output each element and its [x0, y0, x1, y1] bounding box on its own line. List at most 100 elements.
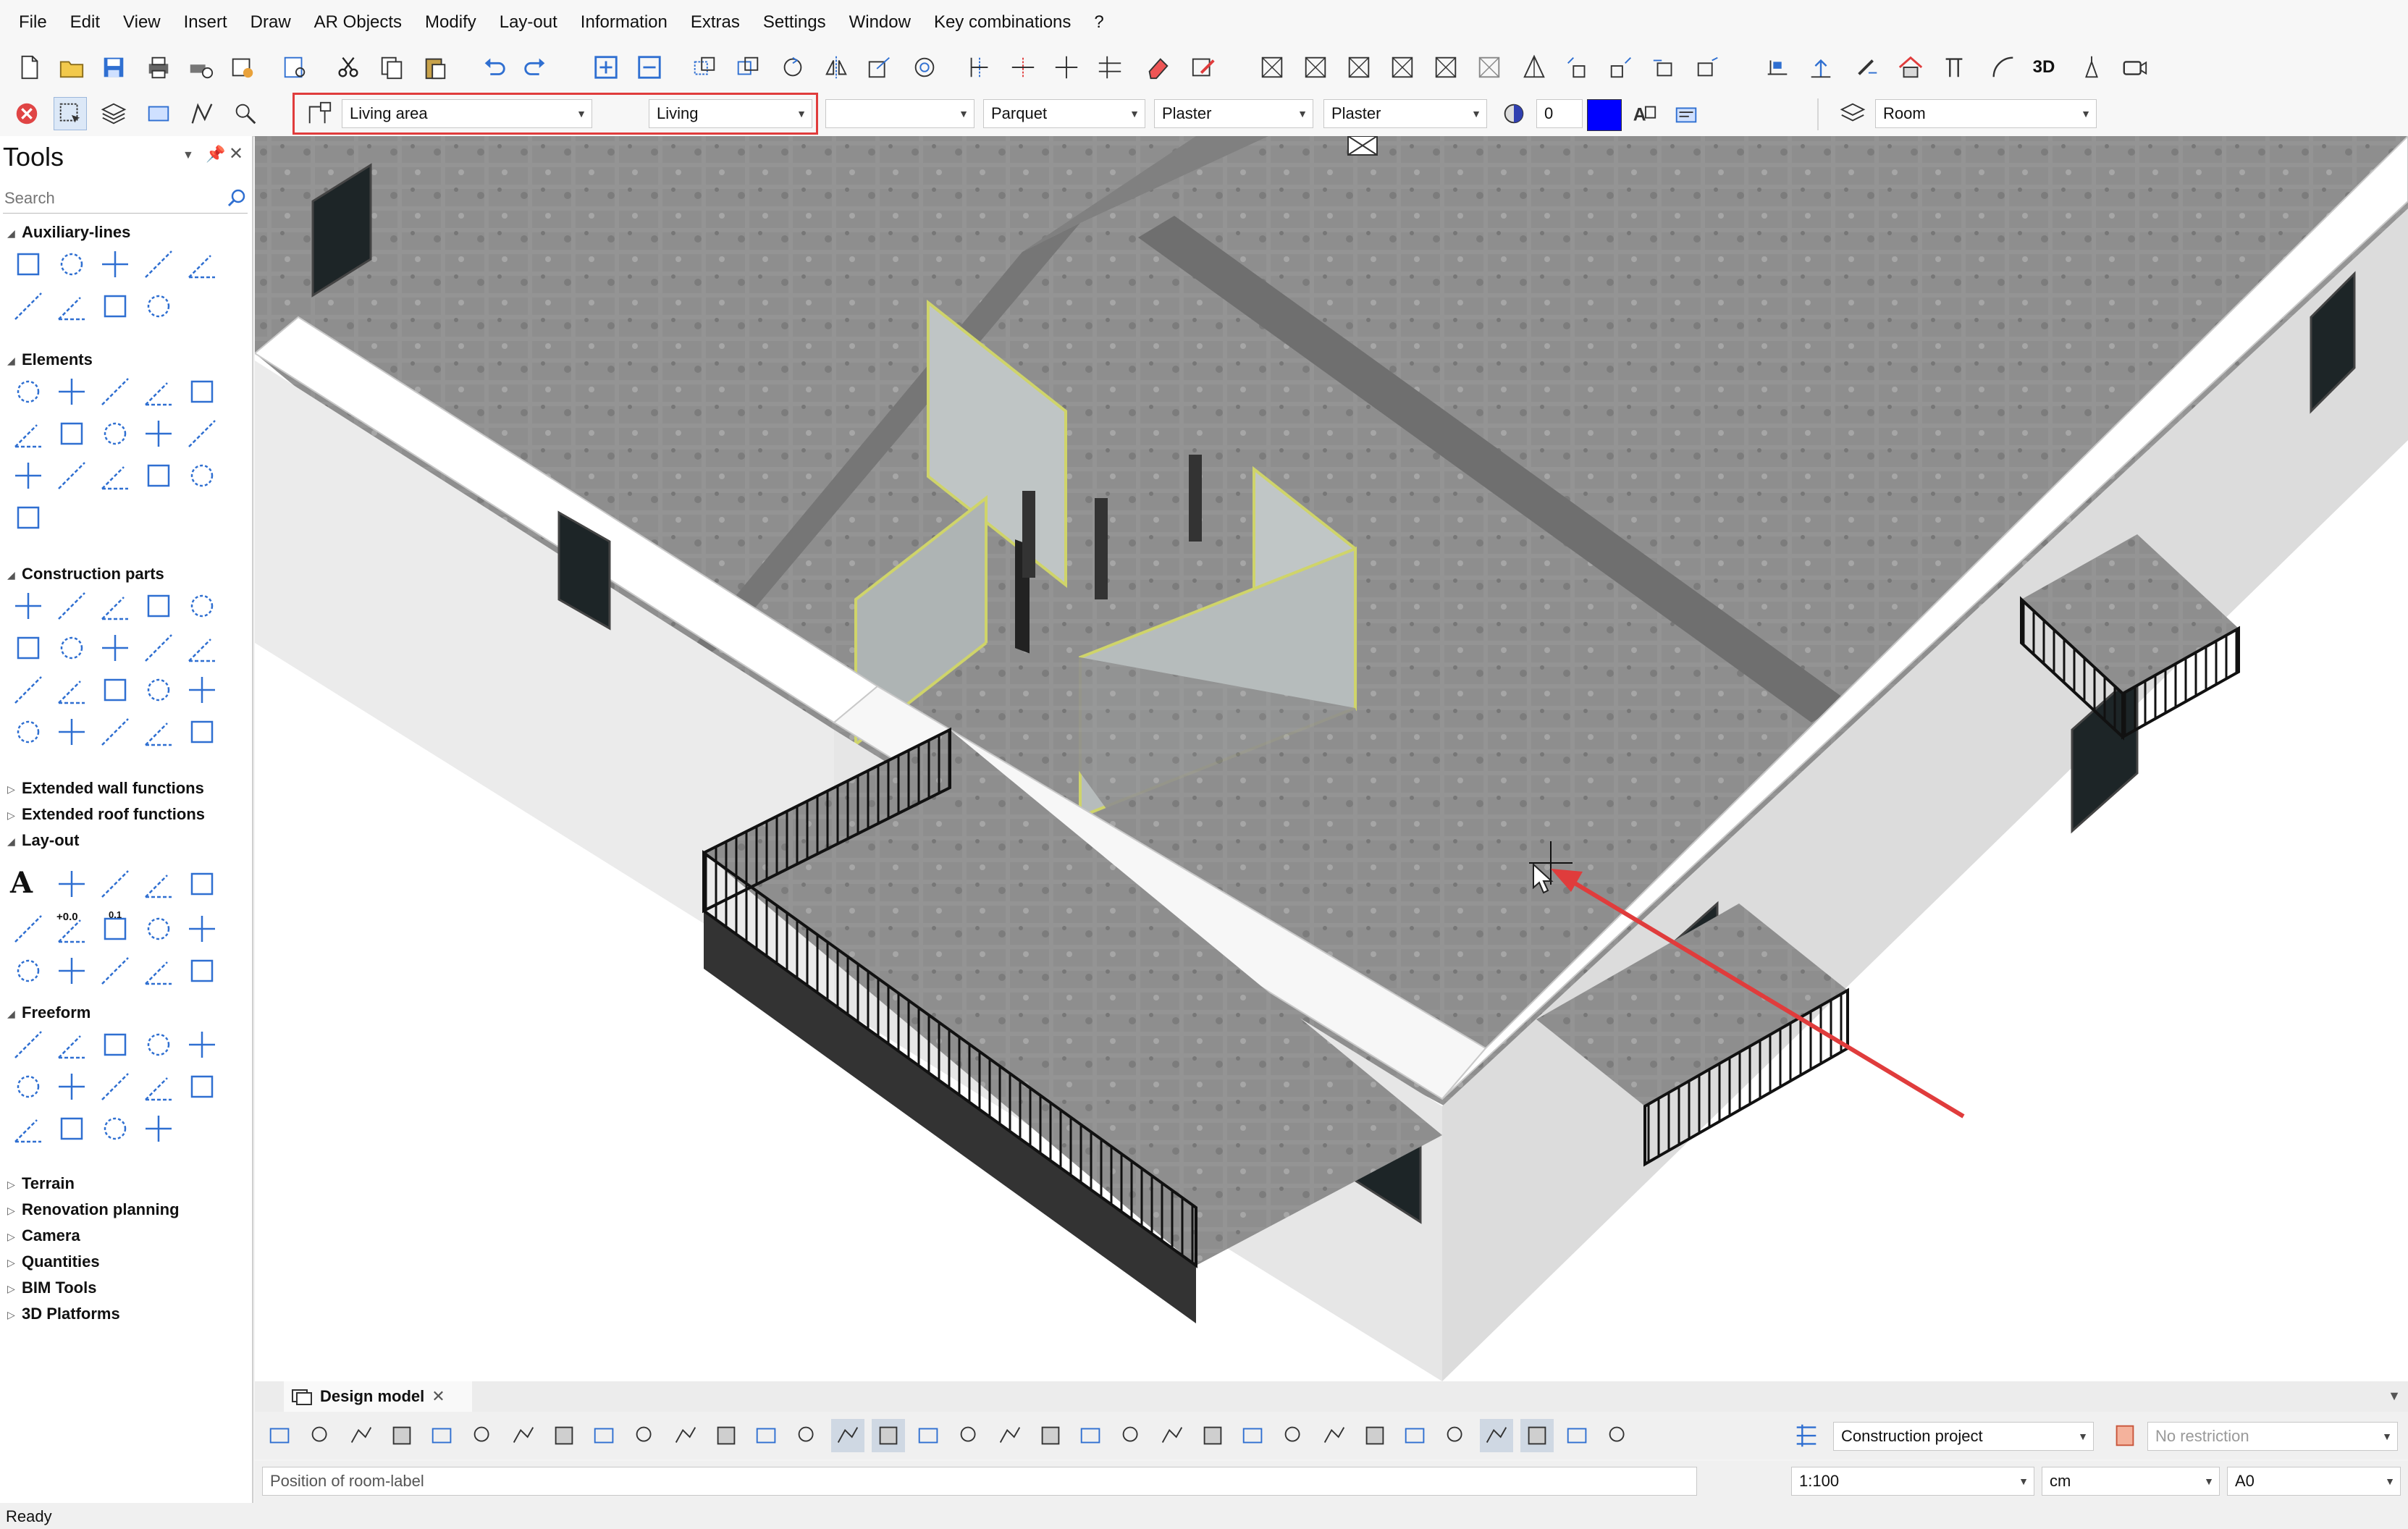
layout-tool-icon[interactable]: [140, 866, 177, 902]
design-viewport[interactable]: [255, 136, 2408, 1381]
menu-item-insert[interactable]: Insert: [172, 12, 239, 33]
view-tool-icon[interactable]: [1358, 1419, 1392, 1452]
freeform-tool-icon[interactable]: [97, 1069, 133, 1105]
curve-element-tool-icon[interactable]: [54, 458, 90, 494]
floor-finish-select[interactable]: Parquet ▼: [983, 99, 1145, 128]
line-element-tool-icon[interactable]: [97, 374, 133, 410]
scale-select[interactable]: 1:100 ▼: [1791, 1467, 2034, 1496]
view-tool-icon[interactable]: [1034, 1419, 1067, 1452]
view-tool-icon[interactable]: [385, 1419, 418, 1452]
view-tool-icon[interactable]: [628, 1419, 662, 1452]
view-3d-button[interactable]: 3D: [2027, 51, 2060, 84]
menu-item-ar-objects[interactable]: AR Objects: [303, 12, 413, 33]
room-label-icon[interactable]: [1670, 97, 1703, 130]
panel-menu-icon[interactable]: ▼: [182, 149, 194, 162]
dimension-icon[interactable]: [1761, 51, 1794, 84]
split-icon[interactable]: [963, 51, 996, 84]
opening-part-tool-icon[interactable]: [184, 672, 220, 708]
transform-icon[interactable]: [1561, 51, 1594, 84]
section-quantities[interactable]: Quantities: [22, 1252, 100, 1271]
wall-part-tool-icon[interactable]: [97, 588, 133, 624]
dimension-tool-icon[interactable]: [184, 911, 220, 947]
view-tool-icon[interactable]: [1439, 1419, 1473, 1452]
menu-item-key-combinations[interactable]: Key combinations: [922, 12, 1082, 33]
cloud-element-tool-icon[interactable]: [10, 500, 46, 536]
tab-design-model[interactable]: Design model ✕: [284, 1381, 472, 1412]
view-tool-icon[interactable]: [710, 1419, 743, 1452]
freeform-tool-icon[interactable]: [10, 1027, 46, 1063]
menu-item-help[interactable]: ?: [1082, 12, 1115, 33]
transform-icon[interactable]: [1691, 51, 1725, 84]
view-tool-icon[interactable]: [588, 1419, 621, 1452]
layout-tool-icon[interactable]: [97, 866, 133, 902]
view-tool-icon[interactable]: [304, 1419, 337, 1452]
roof-part-tool-icon[interactable]: [54, 630, 90, 666]
view-tool-icon[interactable]: [669, 1419, 702, 1452]
curve-element-tool-icon[interactable]: [10, 458, 46, 494]
column-icon[interactable]: [1937, 51, 1971, 84]
search-icon[interactable]: [226, 188, 248, 209]
menu-item-draw[interactable]: Draw: [239, 12, 303, 33]
section-layout[interactable]: Lay-out: [22, 831, 79, 850]
section-extended-wall[interactable]: Extended wall functions: [22, 779, 204, 798]
view-tool-icon[interactable]: [791, 1419, 824, 1452]
auxiliary-line-tool-icon[interactable]: [54, 246, 90, 282]
point-level-label[interactable]: 0.1: [109, 909, 122, 920]
freeform-tool-icon[interactable]: [10, 1069, 46, 1105]
restriction-select[interactable]: No restriction ▼: [2147, 1422, 2398, 1451]
color-number-field[interactable]: 0: [1536, 99, 1583, 128]
view-tool-icon[interactable]: [1399, 1419, 1432, 1452]
project-icon[interactable]: [1790, 1419, 1823, 1452]
freeform-tool-icon[interactable]: [10, 1111, 46, 1147]
freeform-tool-icon[interactable]: [184, 1069, 220, 1105]
hatch-tool-icon[interactable]: [140, 953, 177, 989]
freeform-tool-icon[interactable]: [54, 1069, 90, 1105]
freeform-tool-icon[interactable]: [140, 1027, 177, 1063]
line-element-tool-icon[interactable]: [54, 374, 90, 410]
window-frame-icon[interactable]: [1342, 51, 1376, 84]
divide-icon[interactable]: [1006, 51, 1040, 84]
view-tool-icon[interactable]: [750, 1419, 783, 1452]
modify-pencil-icon[interactable]: [1187, 51, 1221, 84]
window-frame-icon[interactable]: [1386, 51, 1419, 84]
copy-icon[interactable]: [375, 51, 408, 84]
window-frame-icon[interactable]: [1473, 51, 1506, 84]
wall-finish-select[interactable]: Plaster ▼: [1154, 99, 1313, 128]
level-label[interactable]: +0.0: [56, 911, 78, 923]
view-tool-icon[interactable]: [912, 1419, 946, 1452]
view-tool-icon[interactable]: [1318, 1419, 1351, 1452]
export-icon[interactable]: [226, 51, 259, 84]
trim-icon[interactable]: [1093, 51, 1127, 84]
view-tool-icon[interactable]: [466, 1419, 500, 1452]
layout-tool-icon[interactable]: [184, 866, 220, 902]
auxiliary-line-tool-icon[interactable]: [10, 246, 46, 282]
freeform-tool-icon[interactable]: [140, 1111, 177, 1147]
unit-select[interactable]: cm ▼: [2042, 1467, 2220, 1496]
restriction-icon[interactable]: [2108, 1419, 2142, 1452]
selection-mode-icon[interactable]: [54, 97, 87, 130]
shape-element-tool-icon[interactable]: [97, 416, 133, 452]
view-tool-icon[interactable]: [1196, 1419, 1229, 1452]
polyline-mode-icon[interactable]: [185, 97, 219, 130]
view-tool-icon[interactable]: [1480, 1419, 1513, 1452]
window-frame-icon[interactable]: [1299, 51, 1332, 84]
freeform-tool-icon[interactable]: [140, 1069, 177, 1105]
menu-item-modify[interactable]: Modify: [413, 12, 488, 33]
section-freeform[interactable]: Freeform: [22, 1003, 90, 1022]
auxiliary-circle-tool-icon[interactable]: [97, 288, 133, 324]
shape-element-tool-icon[interactable]: [184, 416, 220, 452]
arc-icon[interactable]: [1987, 51, 2020, 84]
window-frame-icon[interactable]: [1255, 51, 1289, 84]
new-file-icon[interactable]: [13, 51, 46, 84]
dimension-tool-icon[interactable]: [10, 911, 46, 947]
view-tool-icon[interactable]: [1601, 1419, 1635, 1452]
wall-part-tool-icon[interactable]: [10, 588, 46, 624]
stair-part-tool-icon[interactable]: [140, 714, 177, 750]
layer-icon[interactable]: [1836, 97, 1869, 130]
room-name-select[interactable]: Living ▼: [649, 99, 812, 128]
wall-part-tool-icon[interactable]: [140, 588, 177, 624]
hatch-brush-icon[interactable]: [1851, 51, 1884, 84]
roof-part-tool-icon[interactable]: [97, 630, 133, 666]
section-auxiliary-lines[interactable]: Auxiliary-lines: [22, 223, 130, 242]
dimension-tool-icon[interactable]: [140, 911, 177, 947]
